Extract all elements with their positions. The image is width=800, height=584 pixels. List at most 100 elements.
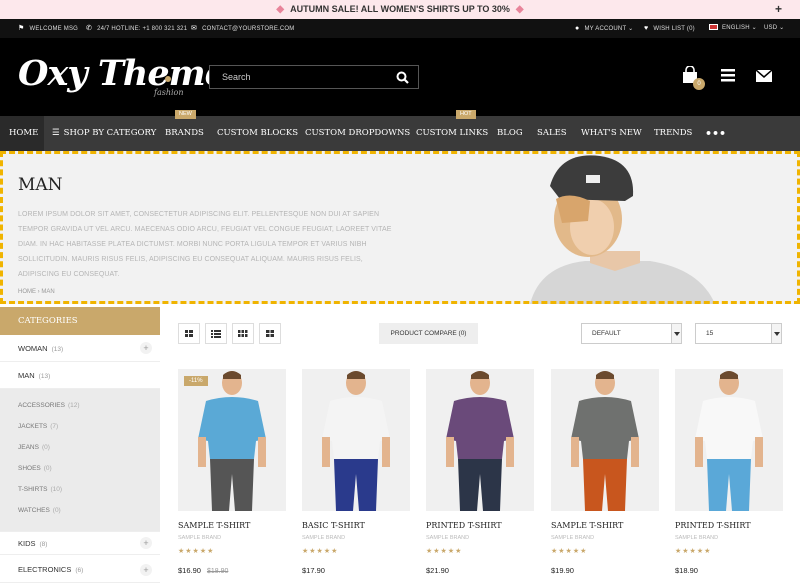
breadcrumb-home[interactable]: HOME <box>18 289 36 295</box>
rating-stars: ★★★★★ <box>302 548 339 555</box>
category-banner: MAN LOREM IPSUM DOLOR SIT AMET, CONSECTE… <box>0 151 800 304</box>
nav-custom-links[interactable]: HOT CUSTOM LINKS <box>416 110 488 151</box>
subcategory-jackets[interactable]: JACKETS (7) <box>18 423 58 430</box>
breadcrumb: HOME › MAN <box>18 289 55 295</box>
product-brand: SAMPLE BRAND <box>551 535 595 541</box>
product-price: $19.90 <box>551 566 574 575</box>
uk-flag-icon <box>709 24 718 31</box>
rating-stars: ★★★★★ <box>178 548 215 555</box>
chevron-down-icon <box>671 324 681 343</box>
product-card[interactable]: SAMPLE T-SHIRT SAMPLE BRAND ★★★★★ $19.90 <box>551 369 659 584</box>
menu-icon[interactable] <box>721 69 735 82</box>
product-name[interactable]: SAMPLE T-SHIRT <box>551 521 623 530</box>
nav-whats-new[interactable]: WHAT'S NEW <box>581 116 642 151</box>
expand-icon[interactable]: + <box>140 342 152 354</box>
category-kids[interactable]: KIDS (8) + <box>0 531 160 555</box>
product-name[interactable]: PRINTED T-SHIRT <box>675 521 751 530</box>
mail-icon: ✉ <box>191 25 198 32</box>
nav-more-button[interactable]: ••• <box>705 116 726 151</box>
product-photo <box>178 369 286 511</box>
nav-sales[interactable]: SALES <box>537 116 567 151</box>
nav-brands[interactable]: NEW BRANDS <box>165 110 204 151</box>
close-promo-button[interactable]: + <box>775 0 782 19</box>
grid-large-icon <box>185 330 193 337</box>
subcategory-t-shirts[interactable]: T-SHIRTS (10) <box>18 486 62 493</box>
my-account-menu[interactable]: ● MY ACCOUNT ⌄ <box>575 19 633 39</box>
product-image[interactable] <box>675 369 783 511</box>
search-input[interactable]: Search <box>209 65 419 89</box>
category-description: LOREM IPSUM DOLOR SIT AMET, CONSECTETUR … <box>18 211 392 278</box>
grid-2col-view-button[interactable] <box>259 323 281 344</box>
product-name[interactable]: BASIC T-SHIRT <box>302 521 365 530</box>
product-photo <box>302 369 410 511</box>
product-image[interactable] <box>302 369 410 511</box>
user-icon: ● <box>575 25 580 32</box>
new-badge: NEW <box>175 110 196 119</box>
sale-badge: -11% <box>184 376 208 386</box>
diamond-icon: ◆ <box>276 4 285 15</box>
product-card[interactable]: BASIC T-SHIRT SAMPLE BRAND ★★★★★ $17.90 <box>302 369 410 584</box>
product-price: $21.90 <box>426 566 449 575</box>
nav-custom-blocks[interactable]: CUSTOM BLOCKS <box>217 116 298 151</box>
product-photo <box>426 369 534 511</box>
logo[interactable]: Oxy Theme <box>18 54 227 94</box>
nav-blog[interactable]: BLOG <box>497 116 523 151</box>
rating-stars: ★★★★★ <box>675 548 712 555</box>
subcategory-shoes[interactable]: SHOES (0) <box>18 465 52 472</box>
contact-email[interactable]: ✉ CONTACT@YOURSTORE.COM <box>191 19 294 39</box>
category-electronics[interactable]: ELECTRONICS (6) + <box>0 557 160 583</box>
product-price: $16.90 $18.90 <box>178 566 229 575</box>
promo-bar: ◆ AUTUMN SALE! ALL WOMEN'S SHIRTS UP TO 3… <box>0 0 800 19</box>
currency-selector[interactable]: USD ⌄ <box>764 19 784 38</box>
promo-text: AUTUMN SALE! ALL WOMEN'S SHIRTS UP TO 30… <box>290 4 510 14</box>
grid-small-view-button[interactable] <box>232 323 254 344</box>
sort-select[interactable]: DEFAULT <box>581 323 682 344</box>
cart-count-badge: 0 <box>693 78 705 90</box>
product-image[interactable] <box>426 369 534 511</box>
product-brand: SAMPLE BRAND <box>178 535 222 541</box>
phone-icon: ✆ <box>86 25 93 32</box>
subcategory-jeans[interactable]: JEANS (0) <box>18 444 50 451</box>
categories-heading: CATEGORIES <box>0 307 160 335</box>
diamond-icon: ◆ <box>515 4 524 15</box>
nav-home[interactable]: HOME <box>0 116 44 151</box>
banner-model-image <box>530 155 715 304</box>
product-name[interactable]: PRINTED T-SHIRT <box>426 521 502 530</box>
product-brand: SAMPLE BRAND <box>426 535 470 541</box>
rating-stars: ★★★★★ <box>426 548 463 555</box>
search-icon[interactable] <box>396 71 409 84</box>
product-name[interactable]: SAMPLE T-SHIRT <box>178 521 250 530</box>
hotline: ✆ 24/7 HOTLINE: +1 800 321 321 <box>86 25 188 32</box>
category-man[interactable]: MAN (13) <box>0 362 160 389</box>
wishlist-link[interactable]: ♥ WISH LIST (0) <box>644 19 695 39</box>
product-image[interactable]: -11% <box>178 369 286 511</box>
rating-stars: ★★★★★ <box>551 548 588 555</box>
grid-view-button[interactable] <box>178 323 200 344</box>
product-compare-button[interactable]: PRODUCT COMPARE (0) <box>379 323 478 344</box>
product-image[interactable] <box>551 369 659 511</box>
product-card[interactable]: PRINTED T-SHIRT SAMPLE BRAND ★★★★★ $18.90 <box>675 369 783 584</box>
product-brand: SAMPLE BRAND <box>675 535 719 541</box>
grid-small-icon <box>238 330 248 337</box>
expand-icon[interactable]: + <box>140 537 152 549</box>
category-title: MAN <box>18 175 63 195</box>
expand-icon[interactable]: + <box>140 563 152 576</box>
product-photo <box>675 369 783 511</box>
product-card[interactable]: PRINTED T-SHIRT SAMPLE BRAND ★★★★★ $21.90 <box>426 369 534 584</box>
product-price: $18.90 <box>675 566 698 575</box>
product-card[interactable]: -11% SAMPLE T-SHIRT SAMPLE BRAND ★★★★★ $16.9… <box>178 369 286 584</box>
header: Oxy Theme fashion Search 0 <box>0 38 800 116</box>
nav-trends[interactable]: TRENDS <box>654 116 692 151</box>
envelope-icon[interactable] <box>756 70 772 82</box>
man-subcategories: ACCESSORIES (12) JACKETS (7) JEANS (0) SHOE… <box>0 389 160 531</box>
limit-select[interactable]: 15 <box>695 323 782 344</box>
main-navigation: HOME ☰ SHOP BY CATEGORY NEW BRANDS CUSTOM … <box>0 110 800 151</box>
subcategory-watches[interactable]: WATCHES (0) <box>18 507 61 514</box>
search-placeholder: Search <box>222 72 251 82</box>
subcategory-accessories[interactable]: ACCESSORIES (12) <box>18 402 80 409</box>
language-selector[interactable]: ENGLISH ⌄ <box>709 19 757 38</box>
nav-shop-by-category[interactable]: ☰ SHOP BY CATEGORY <box>52 116 156 151</box>
category-woman[interactable]: WOMAN (13) + <box>0 335 160 362</box>
list-view-button[interactable] <box>205 323 227 344</box>
nav-custom-dropdowns[interactable]: CUSTOM DROPDOWNS <box>305 116 410 151</box>
